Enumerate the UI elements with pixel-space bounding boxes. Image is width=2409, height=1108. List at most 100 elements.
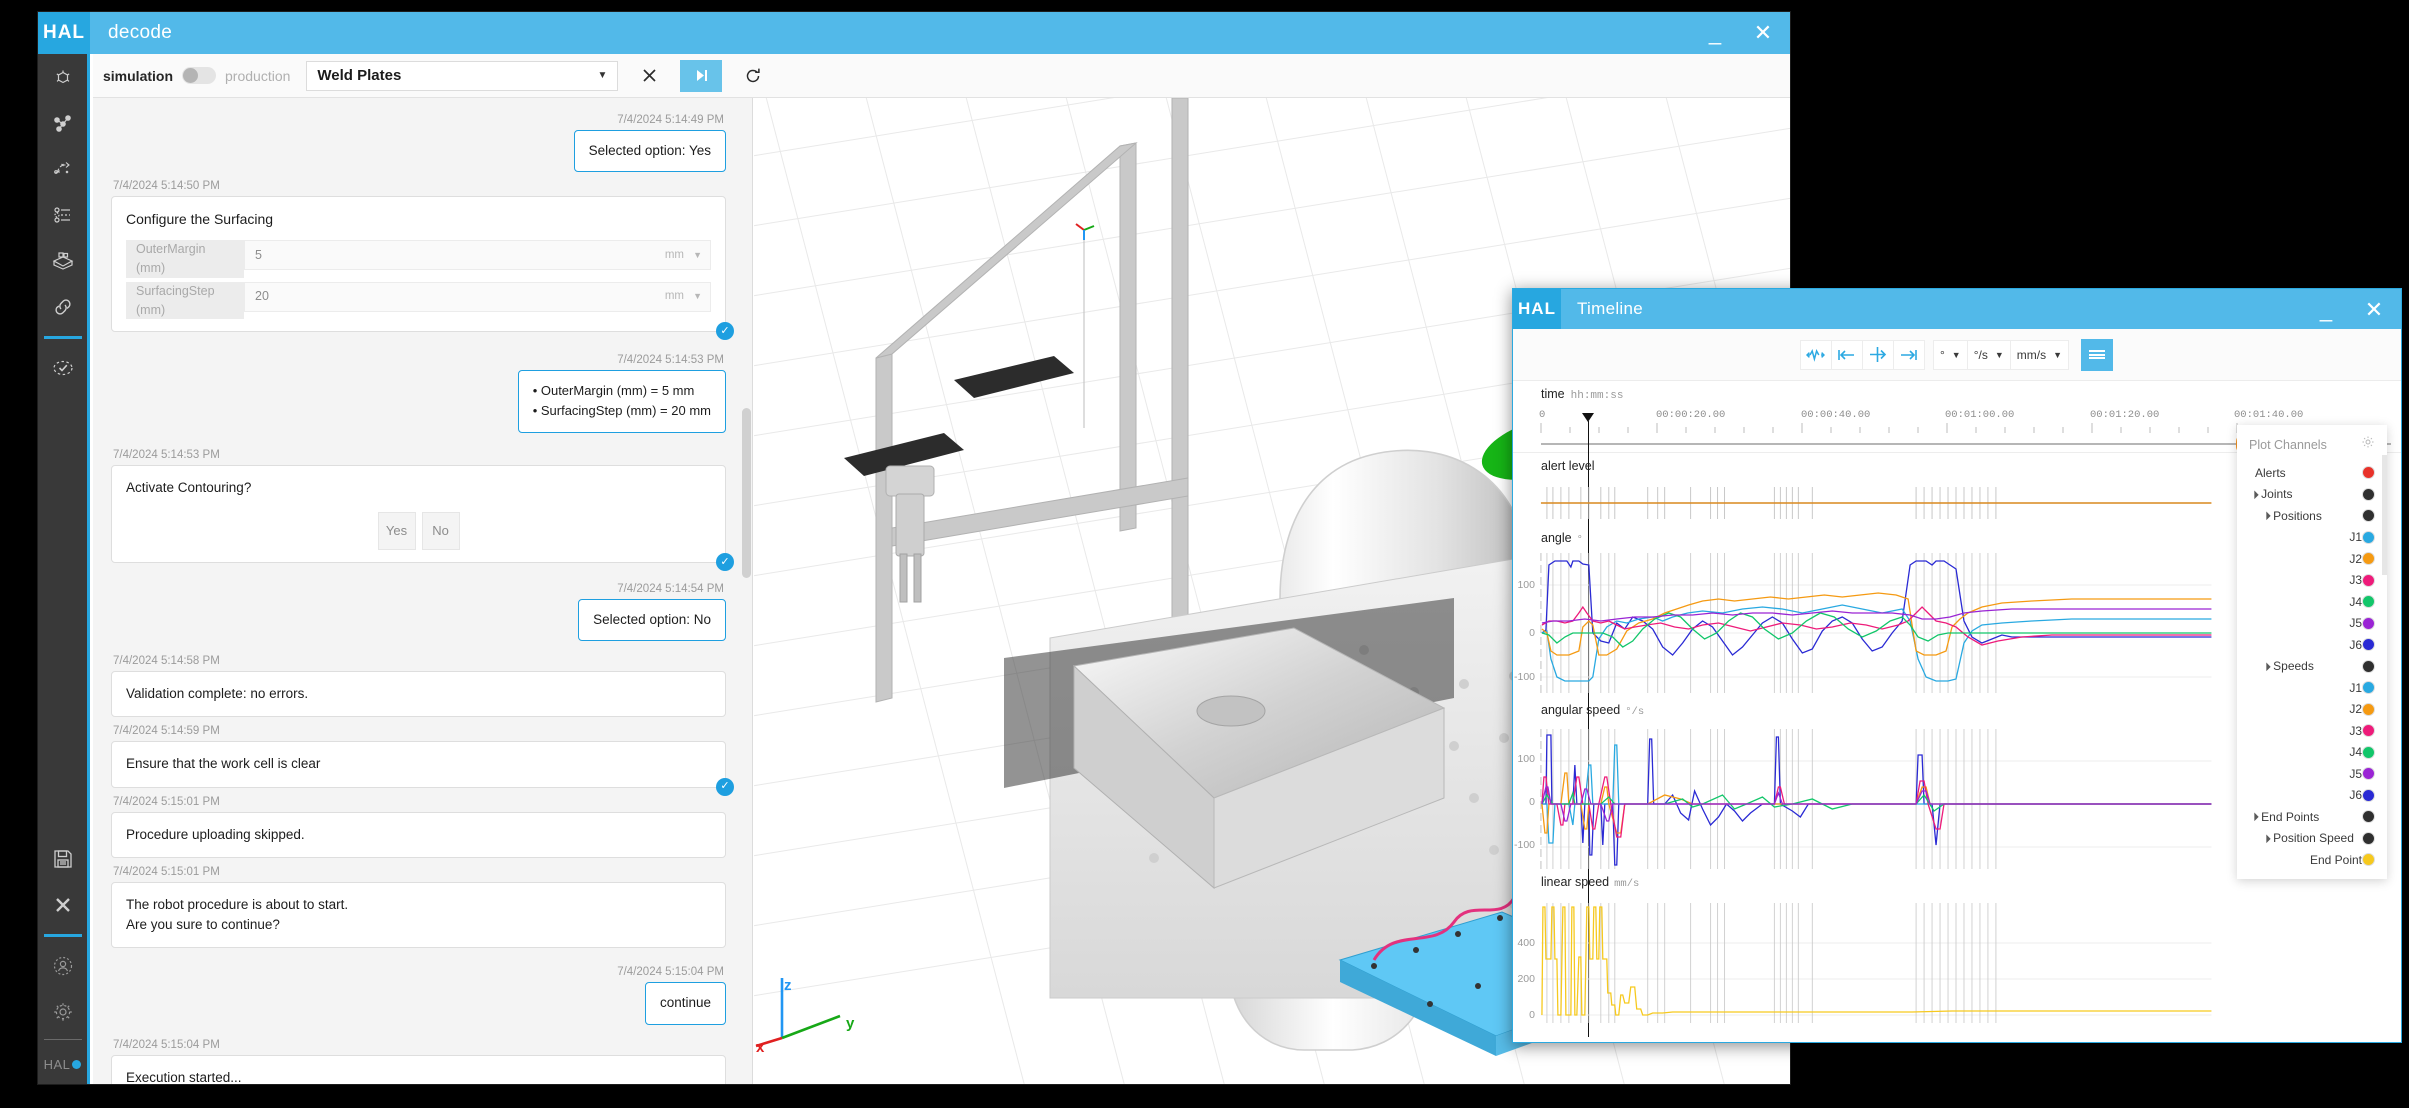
plot-channel-row[interactable]: J2: [2237, 699, 2387, 721]
unit-angular-speed-select[interactable]: °/s ▼: [1966, 339, 2011, 370]
plot-channel-row[interactable]: ◢ Position Speed: [2237, 828, 2387, 850]
plot-channel-color-swatch[interactable]: [2362, 724, 2375, 738]
chevron-down-icon[interactable]: ▼: [693, 249, 702, 263]
plot-channel-color-swatch[interactable]: [2362, 745, 2375, 759]
unit-angle-value: °: [1939, 347, 1945, 362]
close-button[interactable]: ✕: [1748, 22, 1778, 44]
plot-channel-label: Positions: [2273, 508, 2322, 523]
plot-channel-row[interactable]: J1: [2237, 527, 2387, 549]
plot-channel-row[interactable]: J2: [2237, 548, 2387, 570]
plot-channel-color-swatch[interactable]: [2362, 638, 2375, 652]
plot-channel-row[interactable]: J5: [2237, 763, 2387, 785]
chevron-down-icon[interactable]: ▼: [693, 290, 702, 304]
plot-channel-row[interactable]: End Point: [2237, 849, 2387, 871]
caret-expanded-icon[interactable]: ◢: [2261, 833, 2272, 844]
question-text: Activate Contouring?: [126, 479, 252, 495]
outer-margin-input[interactable]: 5 mm ▼: [244, 240, 711, 271]
plot-channel-label: End Point: [2309, 852, 2362, 867]
jump-start-button[interactable]: [1830, 339, 1863, 370]
plot-channels-panel[interactable]: Plot Channels Alerts ◢ Joints ◢ Positions J1 J…: [2237, 425, 2387, 879]
plot-channel-row[interactable]: J4: [2237, 742, 2387, 764]
plot-channel-color-swatch[interactable]: [2362, 466, 2375, 480]
trajectory-icon[interactable]: [37, 146, 89, 192]
caret-expanded-icon[interactable]: ◢: [2249, 489, 2260, 500]
message-timestamp: 7/4/2024 5:14:54 PM: [617, 582, 724, 595]
plot-channel-color-swatch[interactable]: [2362, 681, 2375, 695]
plot-channel-color-swatch[interactable]: [2362, 552, 2375, 566]
unit-angle-select[interactable]: ° ▼: [1932, 339, 1968, 370]
play-step-button[interactable]: [680, 59, 723, 92]
stop-button[interactable]: [628, 60, 670, 92]
message-bubble: Selected option: Yes: [573, 130, 726, 173]
plot-channel-color-swatch[interactable]: [2362, 530, 2375, 544]
plot-title: linear speed mm/s: [1541, 875, 1639, 890]
plot-channel-row[interactable]: ◢ Positions: [2237, 505, 2387, 527]
unit-angular-speed-value: °/s: [1973, 347, 1988, 362]
plot-channel-row[interactable]: J5: [2237, 613, 2387, 635]
timeline-menu-button[interactable]: [2081, 338, 2114, 371]
package-icon[interactable]: [37, 238, 89, 284]
plot-channel-color-swatch[interactable]: [2362, 767, 2375, 781]
chevron-down-icon: ▼: [597, 70, 608, 81]
plot-channel-row[interactable]: J4: [2237, 591, 2387, 613]
plot-channel-row[interactable]: Alerts: [2237, 462, 2387, 484]
jump-end-button[interactable]: [1892, 339, 1925, 370]
message-timestamp: 7/4/2024 5:14:49 PM: [617, 114, 724, 126]
chat-scrollbar-thumb[interactable]: [742, 408, 751, 578]
gear-icon[interactable]: [37, 989, 89, 1035]
minimize-button[interactable]: _: [1700, 22, 1730, 44]
plot-channel-color-swatch[interactable]: [2362, 509, 2375, 523]
plot-channel-row[interactable]: J6: [2237, 634, 2387, 656]
mode-toggle[interactable]: [182, 67, 217, 84]
plot-channels-scrollbar[interactable]: [2382, 455, 2387, 575]
link-icon[interactable]: [37, 284, 89, 330]
message-bubble: The robot procedure is about to start. A…: [111, 881, 726, 949]
user-icon[interactable]: [37, 943, 89, 989]
field-unit: mm: [664, 248, 684, 261]
sequence-icon[interactable]: [37, 192, 89, 238]
caret-expanded-icon[interactable]: ◢: [2261, 661, 2272, 672]
procedure-select-value: Weld Plates: [317, 67, 402, 84]
plot-channel-color-swatch[interactable]: [2362, 659, 2375, 673]
plot-channel-color-swatch[interactable]: [2362, 595, 2375, 609]
graph-icon[interactable]: [37, 100, 89, 146]
validate-icon[interactable]: [37, 345, 89, 391]
plot-channel-color-swatch[interactable]: [2362, 487, 2375, 501]
timeline-minimize-button[interactable]: _: [2311, 299, 2341, 321]
plot-channel-color-swatch[interactable]: [2362, 810, 2375, 824]
surfacing-step-input[interactable]: 20 mm ▼: [244, 281, 711, 312]
save-icon[interactable]: [37, 836, 89, 882]
plot-channel-color-swatch[interactable]: [2362, 788, 2375, 802]
plot-channel-row[interactable]: J3: [2237, 720, 2387, 742]
fit-view-button[interactable]: [1799, 339, 1832, 370]
plot-channel-row[interactable]: ◢ End Points: [2237, 806, 2387, 828]
plot-title: angular speed °/s: [1541, 703, 1644, 718]
plot-channel-color-swatch[interactable]: [2362, 831, 2375, 845]
yes-button[interactable]: Yes: [377, 511, 416, 550]
gear-icon[interactable]: [2361, 435, 2375, 454]
plot-channel-row[interactable]: J3: [2237, 570, 2387, 592]
no-button[interactable]: No: [421, 511, 460, 550]
caret-expanded-icon[interactable]: ◢: [2261, 510, 2272, 521]
timeline-window-controls: _ ✕: [2311, 289, 2389, 331]
timeline-close-button[interactable]: ✕: [2359, 299, 2389, 321]
workcell-icon[interactable]: [37, 54, 89, 100]
plot-channel-color-swatch[interactable]: [2362, 853, 2375, 867]
reload-button[interactable]: [732, 60, 774, 92]
plot-channel-row[interactable]: ◢ Speeds: [2237, 656, 2387, 678]
caret-expanded-icon[interactable]: ◢: [2249, 811, 2260, 822]
plot-channel-color-swatch[interactable]: [2362, 573, 2375, 587]
plot-channel-row[interactable]: J6: [2237, 785, 2387, 807]
confirmed-check-icon: ✓: [716, 777, 734, 796]
chat-scroll-area: 7/4/2024 5:14:49 PM Selected option: Yes…: [93, 98, 740, 1084]
close-icon[interactable]: [37, 882, 89, 928]
plot-channel-row[interactable]: ◢ Joints: [2237, 484, 2387, 506]
plot-channel-color-swatch[interactable]: [2362, 616, 2375, 630]
playhead-handle[interactable]: [1582, 413, 1594, 422]
center-playhead-button[interactable]: [1861, 339, 1894, 370]
unit-linear-speed-select[interactable]: mm/s ▼: [2009, 339, 2070, 370]
chat-scrollbar-track[interactable]: [740, 98, 752, 1084]
procedure-select[interactable]: Weld Plates ▼: [306, 60, 619, 91]
plot-channel-row[interactable]: J1: [2237, 677, 2387, 699]
plot-channel-color-swatch[interactable]: [2362, 702, 2375, 716]
